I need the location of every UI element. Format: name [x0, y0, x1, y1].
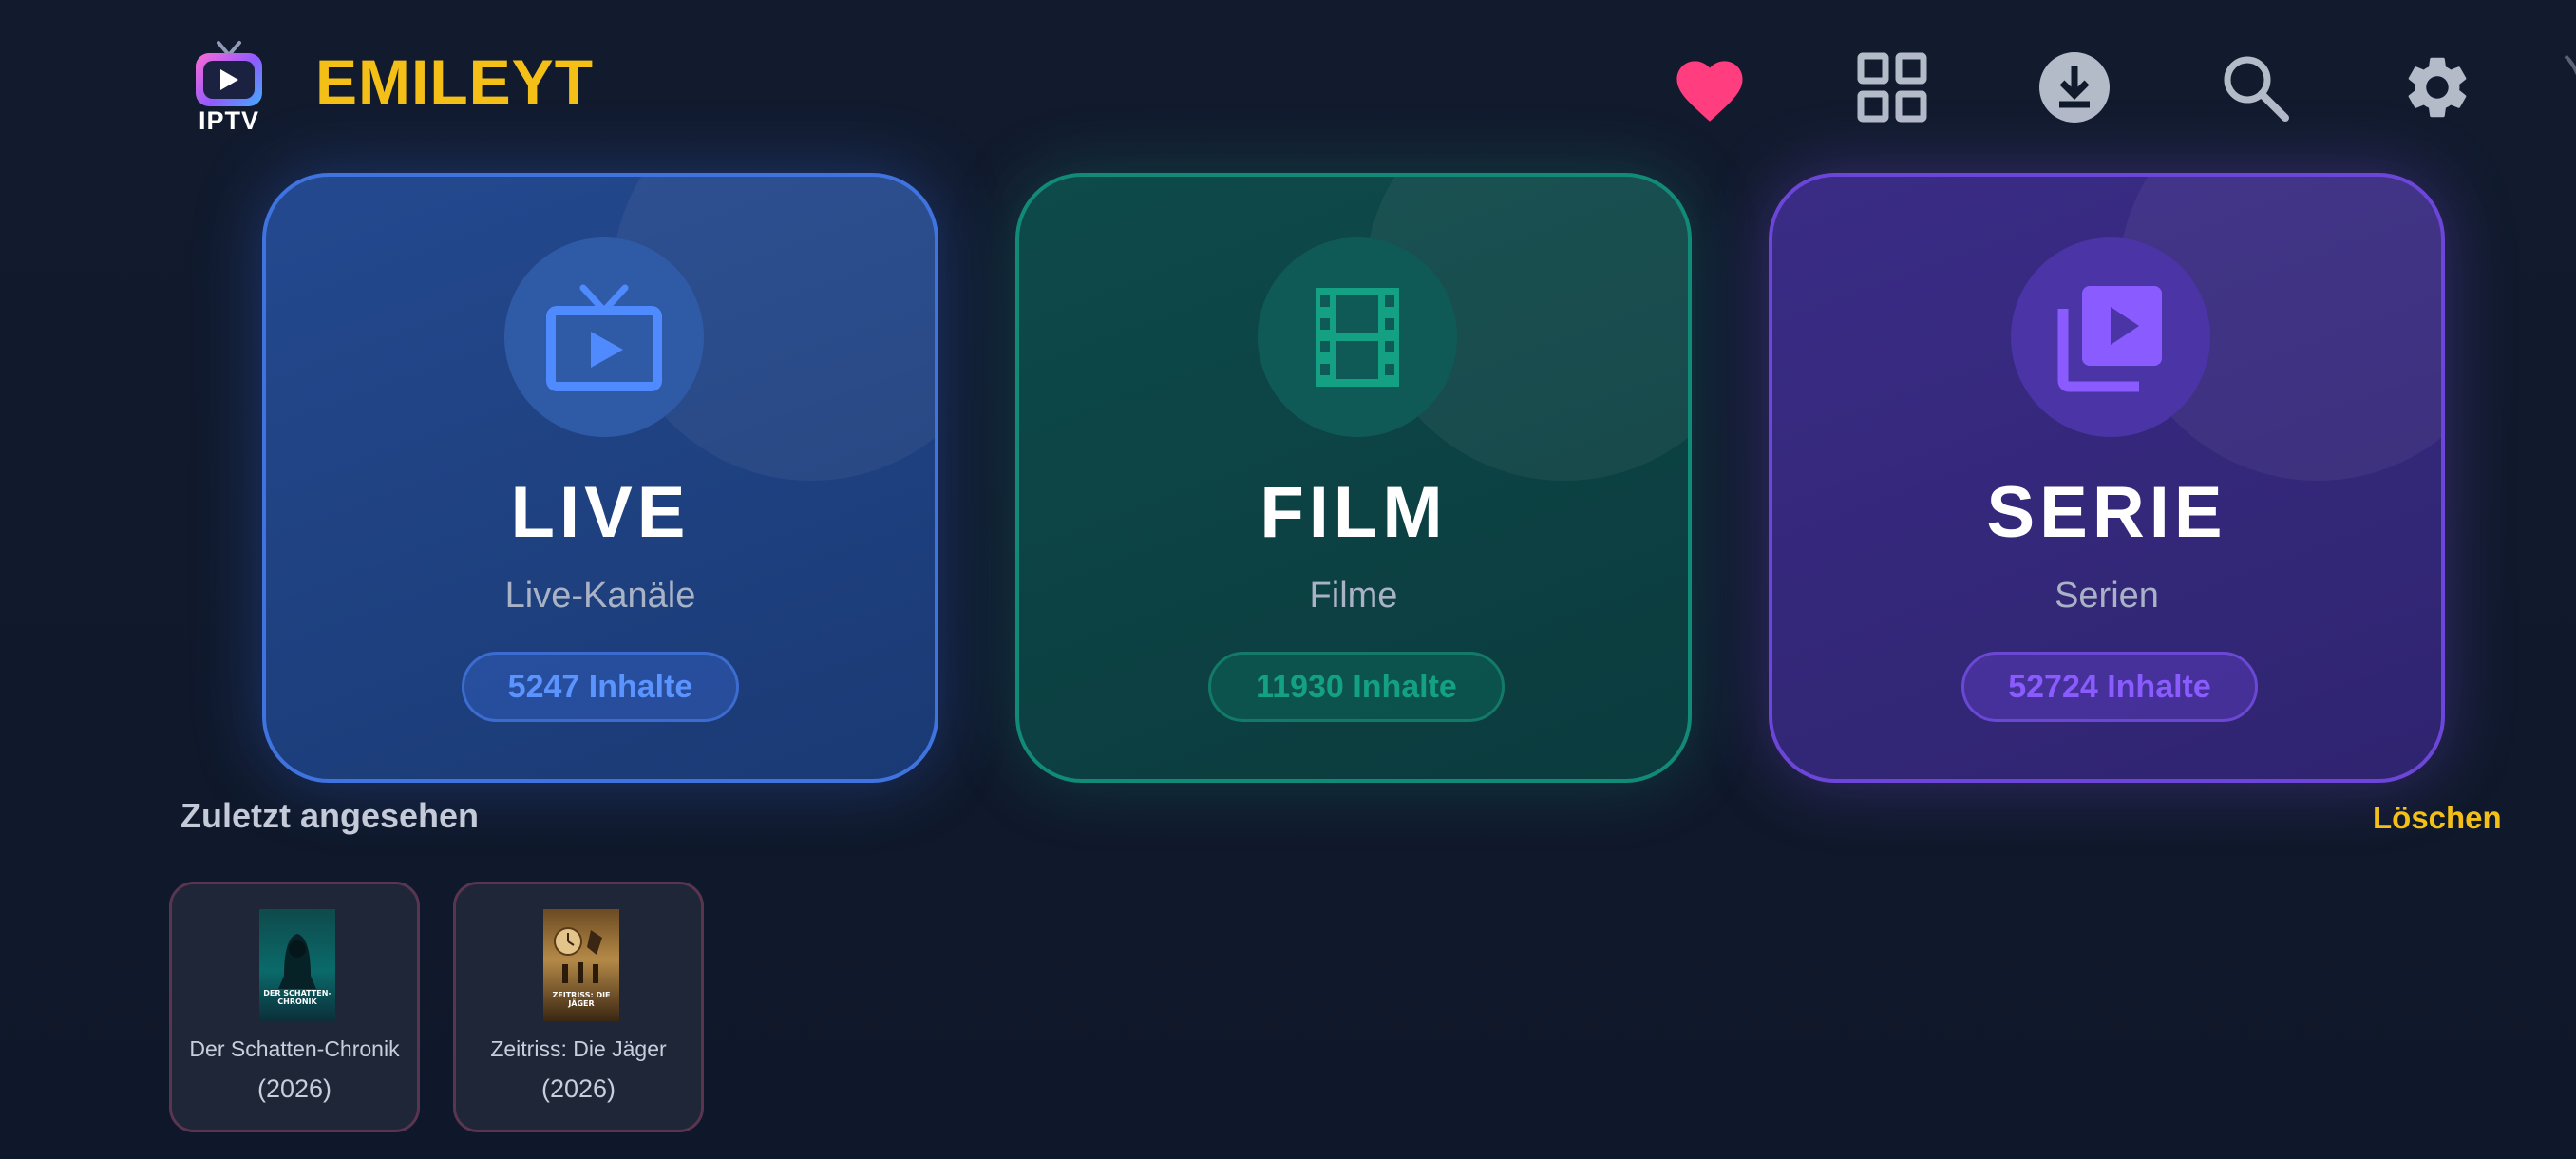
- film-strip-icon: [1316, 288, 1399, 387]
- content-count-badge: 5247 Inhalte: [462, 652, 739, 722]
- logo-text: IPTV: [198, 106, 259, 135]
- film-icon-circle: [1258, 238, 1457, 437]
- video-library-icon: [2057, 286, 2162, 392]
- card-subtitle: Filme: [1309, 576, 1398, 616]
- brand-name: EMILEYT: [315, 47, 595, 117]
- card-subtitle: Serien: [2055, 576, 2159, 616]
- download-icon: [2039, 52, 2110, 123]
- recent-item-year: (2026): [540, 1074, 616, 1103]
- recent-item-title: Der Schatten-Chronik: [189, 1036, 400, 1061]
- poster-image: DER SCHATTEN-CHRONIK: [259, 909, 335, 1021]
- categories-button[interactable]: [1847, 42, 1938, 133]
- content-count-badge: 52724 Inhalte: [1961, 652, 2258, 722]
- recent-item-title: Zeitriss: Die Jäger: [490, 1036, 667, 1061]
- card-title: FILM: [1260, 472, 1448, 553]
- search-button[interactable]: [2209, 42, 2301, 133]
- clear-history-button[interactable]: Löschen: [2373, 800, 2502, 836]
- serie-card[interactable]: SERIE Serien 52724 Inhalte: [1769, 173, 2445, 783]
- recent-item[interactable]: ZEITRISS: DIE JÄGER Zeitriss: Die Jäger …: [453, 882, 704, 1132]
- scroll-indicator: [2517, 38, 2576, 228]
- live-card[interactable]: LIVE Live-Kanäle 5247 Inhalte: [262, 173, 938, 783]
- film-card[interactable]: FILM Filme 11930 Inhalte: [1015, 173, 1692, 783]
- grid-icon: [1857, 52, 1927, 123]
- card-title: SERIE: [1986, 472, 2227, 553]
- downloads-button[interactable]: [2029, 42, 2120, 133]
- search-icon: [2224, 56, 2289, 122]
- tv-icon: [196, 53, 262, 106]
- recent-item[interactable]: DER SCHATTEN-CHRONIK Der Schatten-Chroni…: [169, 882, 420, 1132]
- favorites-button[interactable]: [1664, 42, 1755, 133]
- tv-play-icon: [546, 284, 662, 391]
- card-title: LIVE: [510, 472, 691, 553]
- live-icon-circle: [504, 238, 704, 437]
- home-screen: IPTV EMILEYT LIVE Live-Kanäle 5247 Inhal…: [0, 0, 2576, 1159]
- recent-section-title: Zuletzt angesehen: [180, 796, 480, 835]
- poster-image: ZEITRISS: DIE JÄGER: [543, 909, 619, 1021]
- content-count-badge: 11930 Inhalte: [1208, 652, 1505, 722]
- app-logo: IPTV: [186, 40, 272, 135]
- poster-title: ZEITRISS: DIE JÄGER: [552, 991, 611, 1008]
- settings-icon: [2408, 57, 2467, 118]
- settings-button[interactable]: [2392, 42, 2483, 133]
- card-subtitle: Live-Kanäle: [504, 576, 696, 616]
- recent-item-year: (2026): [256, 1074, 332, 1103]
- heart-icon: [1676, 61, 1743, 122]
- serie-icon-circle: [2011, 238, 2210, 437]
- poster-title: DER SCHATTEN-CHRONIK: [263, 989, 331, 1006]
